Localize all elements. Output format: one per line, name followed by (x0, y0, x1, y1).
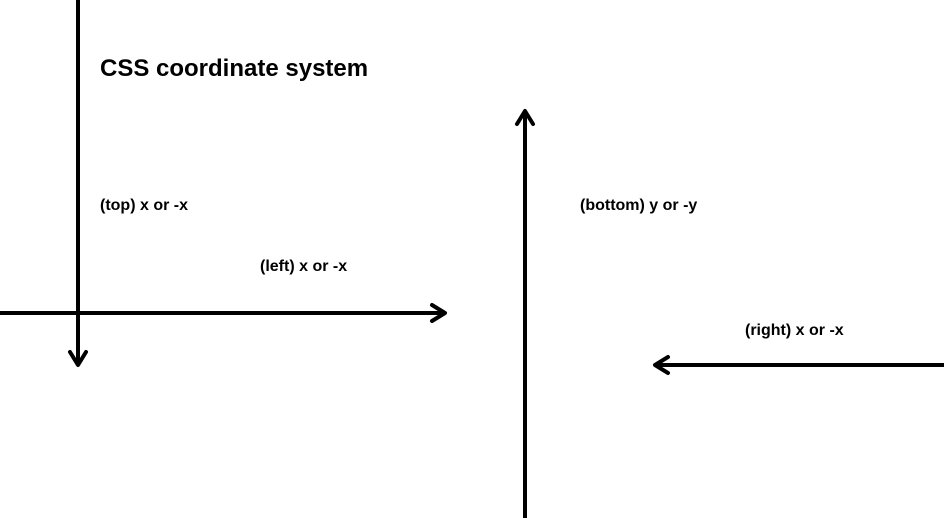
bottom-axis-label: (bottom) y or -y (580, 197, 697, 215)
diagram-title: CSS coordinate system (100, 55, 368, 83)
right-axis-label: (right) x or -x (745, 322, 844, 340)
left-arrow-icon (0, 303, 460, 323)
top-axis-label: (top) x or -x (100, 197, 188, 215)
left-axis-label: (left) x or -x (260, 258, 347, 276)
top-arrow-icon (68, 0, 88, 380)
right-arrow-icon (640, 355, 944, 375)
bottom-arrow-icon (515, 98, 535, 518)
